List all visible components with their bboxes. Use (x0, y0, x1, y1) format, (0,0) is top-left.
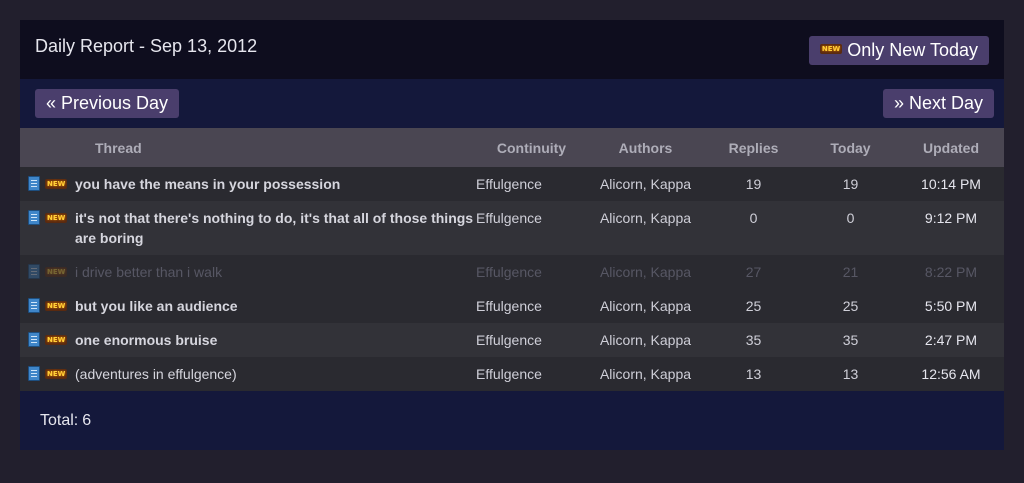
table-row[interactable]: NEW it's not that there's nothing to do,… (20, 201, 1004, 255)
thread-link[interactable]: (adventures in effulgence) (75, 366, 237, 382)
total-label: Total: (40, 412, 79, 429)
thread-link[interactable]: but you like an audience (75, 298, 238, 314)
replies-cell: 27 (745, 264, 762, 280)
page-title: Daily Report - Sep 13, 2012 (35, 36, 258, 56)
replies-cell: 25 (745, 298, 762, 314)
document-icon[interactable] (28, 298, 40, 313)
document-icon[interactable] (28, 332, 40, 347)
continuity-cell[interactable]: Effulgence (476, 255, 587, 289)
updated-cell: 10:14 PM (921, 176, 981, 192)
authors-cell[interactable]: Alicorn, Kappa (587, 255, 704, 289)
table-row[interactable]: NEW one enormous bruise Effulgence Alico… (20, 323, 1004, 357)
continuity-cell[interactable]: Effulgence (476, 357, 587, 391)
table-row[interactable]: NEW you have the means in your possessio… (20, 167, 1004, 201)
new-badge-icon: NEW (45, 369, 68, 379)
table-row[interactable]: NEW i drive better than i walk Effulgenc… (20, 255, 1004, 289)
continuity-cell[interactable]: Effulgence (476, 289, 587, 323)
authors-cell[interactable]: Alicorn, Kappa (587, 289, 704, 323)
today-cell: 21 (842, 264, 859, 280)
document-icon[interactable] (28, 176, 40, 191)
authors-cell[interactable]: Alicorn, Kappa (587, 201, 704, 255)
thread-table: Thread Continuity Authors Replies Today … (20, 128, 1004, 391)
thread-link[interactable]: you have the means in your possession (75, 176, 340, 192)
replies-cell: 0 (749, 210, 758, 226)
continuity-cell[interactable]: Effulgence (476, 167, 587, 201)
column-header-thread[interactable]: Thread (20, 128, 476, 167)
report-header: Daily Report - Sep 13, 2012 NEW Only New … (20, 20, 1004, 79)
continuity-cell[interactable]: Effulgence (476, 201, 587, 255)
total-value: 6 (82, 412, 92, 429)
day-navigation: « Previous Day » Next Day (20, 79, 1004, 128)
next-day-button[interactable]: » Next Day (882, 89, 994, 118)
new-badge-icon: NEW (45, 335, 68, 345)
new-badge-icon: NEW (45, 301, 68, 311)
today-cell: 19 (842, 176, 859, 192)
new-badge-icon: NEW (819, 44, 843, 55)
total-count: Total: 6 (40, 412, 91, 430)
today-cell: 0 (846, 210, 855, 226)
table-row[interactable]: NEW but you like an audience Effulgence … (20, 289, 1004, 323)
updated-cell: 8:22 PM (924, 264, 978, 280)
thread-link[interactable]: one enormous bruise (75, 332, 217, 348)
row-icons: NEW (20, 255, 75, 289)
thread-link[interactable]: i drive better than i walk (75, 264, 222, 280)
new-badge-icon: NEW (45, 267, 68, 277)
only-new-today-button[interactable]: NEW Only New Today (808, 36, 989, 65)
column-header-today[interactable]: Today (803, 128, 898, 167)
column-header-updated[interactable]: Updated (898, 128, 1004, 167)
authors-cell[interactable]: Alicorn, Kappa (587, 167, 704, 201)
table-header-row: Thread Continuity Authors Replies Today … (20, 128, 1004, 167)
document-icon[interactable] (28, 366, 40, 381)
table-row[interactable]: NEW (adventures in effulgence) Effulgenc… (20, 357, 1004, 391)
today-cell: 35 (842, 332, 859, 348)
document-icon[interactable] (28, 210, 40, 225)
previous-day-button[interactable]: « Previous Day (35, 89, 180, 118)
today-cell: 25 (842, 298, 859, 314)
row-icons: NEW (20, 201, 75, 255)
column-header-replies[interactable]: Replies (704, 128, 803, 167)
today-cell: 13 (842, 366, 859, 382)
new-badge-icon: NEW (45, 213, 68, 223)
daily-report-panel: Daily Report - Sep 13, 2012 NEW Only New … (20, 20, 1004, 450)
authors-cell[interactable]: Alicorn, Kappa (587, 323, 704, 357)
new-badge-icon: NEW (45, 179, 68, 189)
authors-cell[interactable]: Alicorn, Kappa (587, 357, 704, 391)
row-icons: NEW (20, 357, 75, 391)
updated-cell: 9:12 PM (924, 210, 978, 226)
replies-cell: 19 (745, 176, 762, 192)
only-new-today-label: Only New Today (847, 40, 978, 60)
column-header-continuity[interactable]: Continuity (476, 128, 587, 167)
document-icon[interactable] (28, 264, 40, 279)
row-icons: NEW (20, 323, 75, 357)
thread-link[interactable]: it's not that there's nothing to do, it'… (75, 210, 473, 246)
report-footer: Total: 6 (20, 391, 1004, 450)
replies-cell: 35 (745, 332, 762, 348)
continuity-cell[interactable]: Effulgence (476, 323, 587, 357)
row-icons: NEW (20, 289, 75, 323)
updated-cell: 5:50 PM (924, 298, 978, 314)
replies-cell: 13 (745, 366, 762, 382)
row-icons: NEW (20, 167, 75, 201)
updated-cell: 12:56 AM (921, 366, 981, 382)
column-header-authors[interactable]: Authors (587, 128, 704, 167)
updated-cell: 2:47 PM (924, 332, 978, 348)
